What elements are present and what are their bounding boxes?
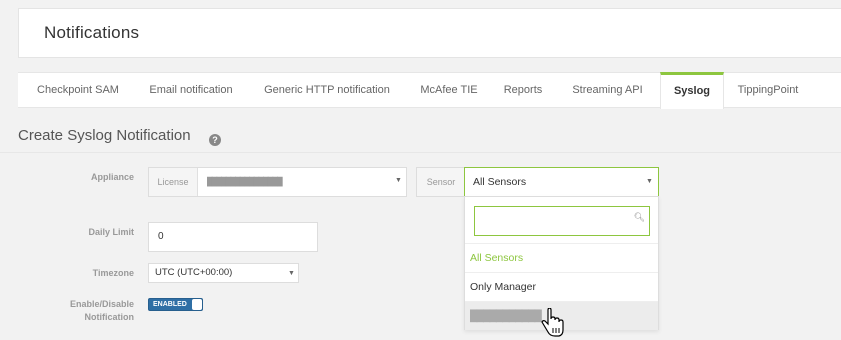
section-title: Create Syslog Notification: [18, 127, 191, 144]
hand-cursor-icon: [541, 308, 564, 337]
enable-disable-label: Enable/Disable Notification: [14, 299, 134, 322]
tab-tippingpoint[interactable]: TippingPoint: [722, 73, 814, 108]
daily-limit-input[interactable]: 0: [148, 222, 318, 252]
sensor-select[interactable]: All Sensors ▼: [464, 167, 659, 197]
dropdown-option-all-sensors[interactable]: All Sensors: [465, 243, 658, 272]
tab-mcafee-tie[interactable]: McAfee TIE: [410, 73, 488, 108]
section-divider: [0, 152, 841, 153]
tab-generic-http-notification[interactable]: Generic HTTP notification: [244, 73, 410, 108]
dropdown-option-only-manager[interactable]: Only Manager: [465, 272, 658, 301]
search-icon: 🔍︎: [633, 212, 645, 222]
timezone-value: UTC (UTC+00:00): [155, 267, 233, 278]
notification-tabs: Checkpoint SAM Email notification Generi…: [18, 72, 841, 109]
help-icon[interactable]: ?: [209, 134, 221, 146]
tab-reports[interactable]: Reports: [488, 73, 558, 108]
page-title: Notifications: [44, 23, 140, 42]
tab-streaming-api[interactable]: Streaming API: [558, 73, 657, 108]
license-select[interactable]: License ████████████████ ▼: [148, 167, 407, 197]
toggle-label: ENABLED: [153, 301, 187, 308]
page-header: Notifications: [18, 8, 841, 58]
license-value: ████████████████: [207, 177, 283, 186]
sensor-addon: Sensor: [417, 168, 465, 196]
notification-toggle[interactable]: ENABLED: [148, 298, 203, 311]
chevron-down-icon: ▼: [288, 270, 295, 277]
tab-email-notification[interactable]: Email notification: [138, 73, 244, 108]
chevron-down-icon: ▼: [646, 178, 653, 185]
tab-checkpoint-sam[interactable]: Checkpoint SAM: [18, 73, 138, 108]
toggle-knob: [192, 299, 202, 310]
license-addon: License: [149, 168, 198, 196]
daily-limit-label: Daily Limit: [88, 227, 134, 237]
sensor-search-input[interactable]: [479, 211, 633, 233]
sensor-value: All Sensors: [473, 176, 527, 188]
chevron-down-icon: ▼: [395, 177, 402, 184]
sensor-addon-group: Sensor: [416, 167, 465, 197]
tab-syslog[interactable]: Syslog: [660, 72, 724, 109]
timezone-label: Timezone: [92, 268, 134, 278]
enable-disable-label-line1: Enable/Disable: [69, 299, 134, 309]
enable-disable-label-line2: Notification: [84, 312, 135, 322]
sensor-search-field[interactable]: 🔍︎: [474, 206, 650, 236]
appliance-label: Appliance: [90, 172, 134, 182]
timezone-select[interactable]: UTC (UTC+00:00) ▼: [148, 263, 299, 283]
